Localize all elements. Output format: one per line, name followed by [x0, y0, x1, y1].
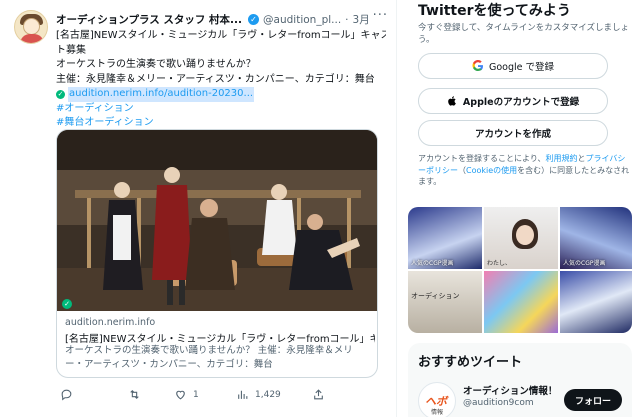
- media-tile[interactable]: わたし、: [484, 207, 558, 269]
- google-signup-label: Google で登録: [488, 62, 555, 73]
- separator-dot: ·: [345, 13, 349, 26]
- tweet-actions: 1 1,429: [56, 388, 386, 406]
- media-grid: 人気のCGP漫画 わたし、 人気のCGP漫画 オーディション: [408, 207, 632, 333]
- media-caption: オーディション: [411, 292, 460, 300]
- tweet-line: 主催：永見隆幸＆メリー・アーティスツ・カンパニー、カテゴリ：舞台: [56, 73, 375, 85]
- tweet-line: オーケストラの生演奏で歌い踊りませんか？: [56, 59, 256, 70]
- terms-link[interactable]: 利用規約: [546, 154, 578, 163]
- right-sidebar: Twitterを使ってみよう 今すぐ登録して、タイムラインをカスタマイズしましょ…: [408, 0, 640, 417]
- tweet-link[interactable]: audition.nerim.info/audition-20230...: [68, 87, 255, 102]
- check-icon: ✓: [56, 89, 65, 99]
- like-button[interactable]: 1: [174, 388, 199, 401]
- legal-text-part: （: [458, 165, 466, 175]
- author-avatar[interactable]: [14, 10, 48, 44]
- share-icon: [314, 389, 323, 400]
- like-count: 1: [193, 389, 199, 400]
- create-account-label: アカウントを作成: [474, 129, 551, 140]
- heart-icon: [176, 390, 185, 400]
- check-icon: ✓: [62, 299, 72, 309]
- signup-title: Twitterを使ってみよう: [418, 3, 571, 19]
- create-account-button[interactable]: アカウントを作成: [418, 120, 608, 146]
- recommended-logo-sub: 情報: [431, 409, 444, 416]
- reply-button[interactable]: [60, 388, 79, 401]
- recommended-tweets: おすすめツイート ヘボ 情報 オーディション情報！ @audition9com …: [408, 343, 632, 417]
- google-signup-button[interactable]: Google で登録: [418, 53, 608, 79]
- media-tile[interactable]: オーディション: [408, 271, 482, 333]
- media-caption: 人気のCGP漫画: [563, 260, 606, 267]
- legal-text: アカウントを登録することにより、利用規約とプライバシーポリシー（Cookieの使…: [418, 153, 633, 188]
- recommended-avatar[interactable]: ヘボ 情報: [418, 382, 456, 417]
- more-options-icon[interactable]: ···: [373, 8, 388, 23]
- author-handle[interactable]: @audition_pl...: [263, 14, 341, 26]
- recommended-handle[interactable]: @audition9com: [463, 398, 534, 408]
- hashtag-link[interactable]: #オーディション: [56, 103, 134, 114]
- legal-text-part: と: [577, 154, 586, 163]
- tweet[interactable]: オーディションプラス スタッフ 村本... ✓ @audition_pl... …: [0, 0, 397, 417]
- google-icon: [472, 60, 483, 71]
- apple-signup-button[interactable]: Appleのアカウントで登録: [418, 88, 608, 114]
- card-photo[interactable]: [57, 130, 378, 311]
- cookie-link[interactable]: Cookieの使用: [466, 166, 517, 175]
- retweet-button[interactable]: [128, 388, 147, 401]
- media-tile[interactable]: [484, 271, 558, 333]
- tweet-text: [名古屋]NEWスタイル・ミュージカル「ラヴ・レターfromコール」キャス ト募…: [56, 29, 386, 131]
- signup-subtitle: 今すぐ登録して、タイムラインをカスタマイズしましょう。: [418, 23, 629, 45]
- tweet-time[interactable]: 3月: [353, 12, 370, 27]
- card-title[interactable]: [名古屋]NEWスタイル・ミュージカル「ラヴ・レターfromコール」キ...: [65, 330, 375, 345]
- tweet-header: オーディションプラス スタッフ 村本... ✓ @audition_pl... …: [56, 12, 390, 27]
- media-tile[interactable]: [560, 271, 632, 333]
- media-tile[interactable]: 人気のCGP漫画: [560, 207, 632, 269]
- apple-signup-label: Appleのアカウントで登録: [462, 97, 580, 108]
- card-domain: audition.nerim.info: [65, 317, 156, 328]
- follow-button[interactable]: フォロー: [564, 389, 622, 411]
- views-button[interactable]: 1,429: [236, 388, 281, 401]
- views-icon: [238, 390, 248, 399]
- tweet-line: [名古屋]NEWスタイル・ミュージカル「ラヴ・レターfromコール」キャス: [56, 30, 386, 41]
- card-description: オーケストラの生演奏で歌い踊りませんか？ 主催：永見隆幸＆メリー・アーティスツ・…: [65, 345, 353, 370]
- verified-badge-icon: ✓: [248, 14, 260, 25]
- apple-icon: [448, 96, 456, 106]
- author-name[interactable]: オーディションプラス スタッフ 村本...: [56, 12, 242, 27]
- views-count: 1,429: [255, 389, 281, 400]
- reply-icon: [61, 389, 72, 401]
- media-caption: 人気のCGP漫画: [411, 260, 454, 267]
- hashtag-link[interactable]: #舞台オーディション: [56, 117, 154, 128]
- link-card[interactable]: ✓ audition.nerim.info [名古屋]NEWスタイル・ミュージカ…: [56, 129, 378, 378]
- retweet-icon: [130, 389, 139, 400]
- recommended-name[interactable]: オーディション情報！: [463, 383, 557, 397]
- recommended-title: おすすめツイート: [418, 355, 523, 370]
- tweet-line: ト募集: [56, 44, 86, 56]
- share-button[interactable]: [312, 388, 325, 401]
- legal-text-part: アカウントを登録することにより、: [418, 154, 546, 163]
- media-tile[interactable]: 人気のCGP漫画: [408, 207, 482, 269]
- media-caption: わたし、: [487, 260, 512, 267]
